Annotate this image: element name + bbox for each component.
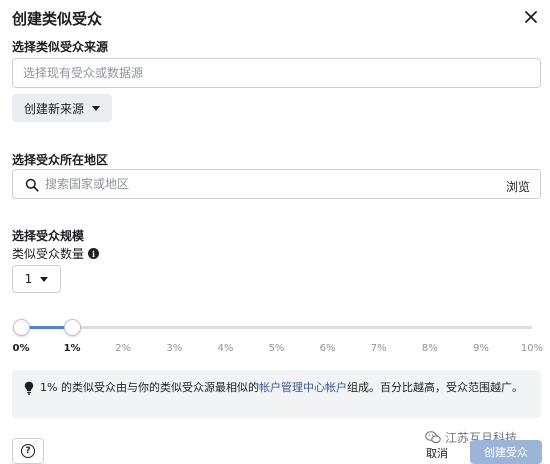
source-input[interactable] <box>23 59 528 87</box>
source-section-label: 选择类似受众来源 <box>12 40 109 54</box>
info-text-before: 1% 的类似受众由与你的类似受众源最相似的 <box>40 381 259 394</box>
slider-tick-label: 0% <box>12 343 30 354</box>
info-text: 1% 的类似受众由与你的类似受众源最相似的帐户管理中心帐户组成。百分比越高，受众… <box>40 379 530 397</box>
slider-tick-label: 4% <box>217 343 234 354</box>
create-new-source-button[interactable]: 创建新来源 <box>12 94 112 122</box>
caret-down-icon <box>40 276 49 282</box>
slider-track[interactable] <box>21 326 532 329</box>
info-panel: 1% 的类似受众由与你的类似受众源最相似的帐户管理中心帐户组成。百分比越高，受众… <box>12 370 541 418</box>
count-value: 1 <box>24 272 33 286</box>
slider-tick-label: 10% <box>520 343 544 354</box>
slider-tick-label: 6% <box>319 343 336 354</box>
slider-tick-label: 9% <box>472 343 489 354</box>
slider-tick-label: 5% <box>268 343 285 354</box>
size-section-label: 选择受众规模 <box>12 229 85 243</box>
dialog-title: 创建类似受众 <box>12 10 103 28</box>
close-icon[interactable] <box>522 8 540 26</box>
slider-handle-min[interactable] <box>12 319 30 336</box>
count-label: 类似受众数量 <box>12 247 85 261</box>
location-field[interactable]: 浏览 <box>12 169 541 199</box>
create-audience-button[interactable]: 创建受众 <box>470 440 542 464</box>
browse-button[interactable]: 浏览 <box>506 178 530 195</box>
count-select[interactable]: 1 <box>12 265 61 293</box>
slider-handle-max[interactable] <box>63 319 81 336</box>
count-label-row: 类似受众数量 i <box>12 245 100 262</box>
search-icon <box>25 178 39 192</box>
location-section-label: 选择受众所在地区 <box>12 153 109 167</box>
source-field[interactable] <box>12 58 541 88</box>
info-icon[interactable]: i <box>88 248 100 259</box>
caret-down-icon <box>92 105 100 111</box>
slider-tick-label: 1% <box>63 343 81 354</box>
slider-tick-label: 8% <box>421 343 438 354</box>
cancel-button[interactable]: 取消 <box>414 442 460 464</box>
info-text-after: 组成。百分比越高，受众范围越广。 <box>346 381 523 394</box>
close-button[interactable] <box>522 8 540 26</box>
location-search-input[interactable] <box>45 170 485 198</box>
business-manager-account-link[interactable]: 帐户管理中心帐户 <box>259 381 347 394</box>
slider-tick-label: 2% <box>115 343 132 354</box>
slider-tick-label: 7% <box>370 343 387 354</box>
help-icon: ? <box>21 444 35 458</box>
lightbulb-icon <box>24 381 34 395</box>
slider-tick-label: 3% <box>166 343 183 354</box>
help-button[interactable]: ? <box>12 438 44 464</box>
create-new-source-label: 创建新来源 <box>23 101 84 116</box>
